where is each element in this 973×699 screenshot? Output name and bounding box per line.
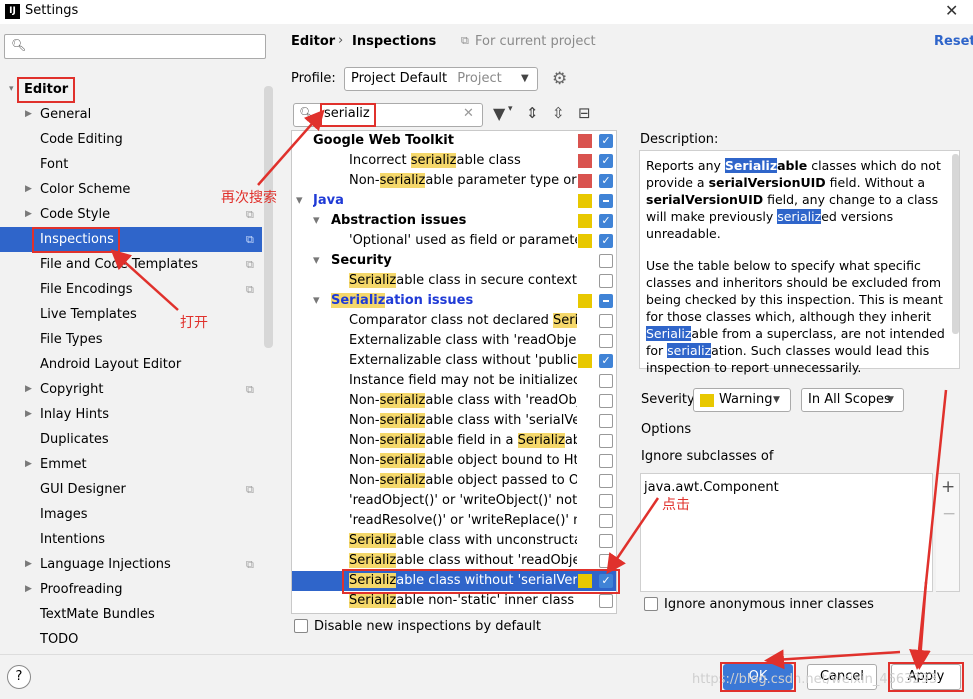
arrow-to-inspections <box>110 249 179 311</box>
arrow-to-filter <box>257 109 325 186</box>
arrow-to-ok <box>764 649 901 670</box>
arrow-to-row <box>606 497 660 575</box>
annotation-arrows <box>110 109 948 670</box>
